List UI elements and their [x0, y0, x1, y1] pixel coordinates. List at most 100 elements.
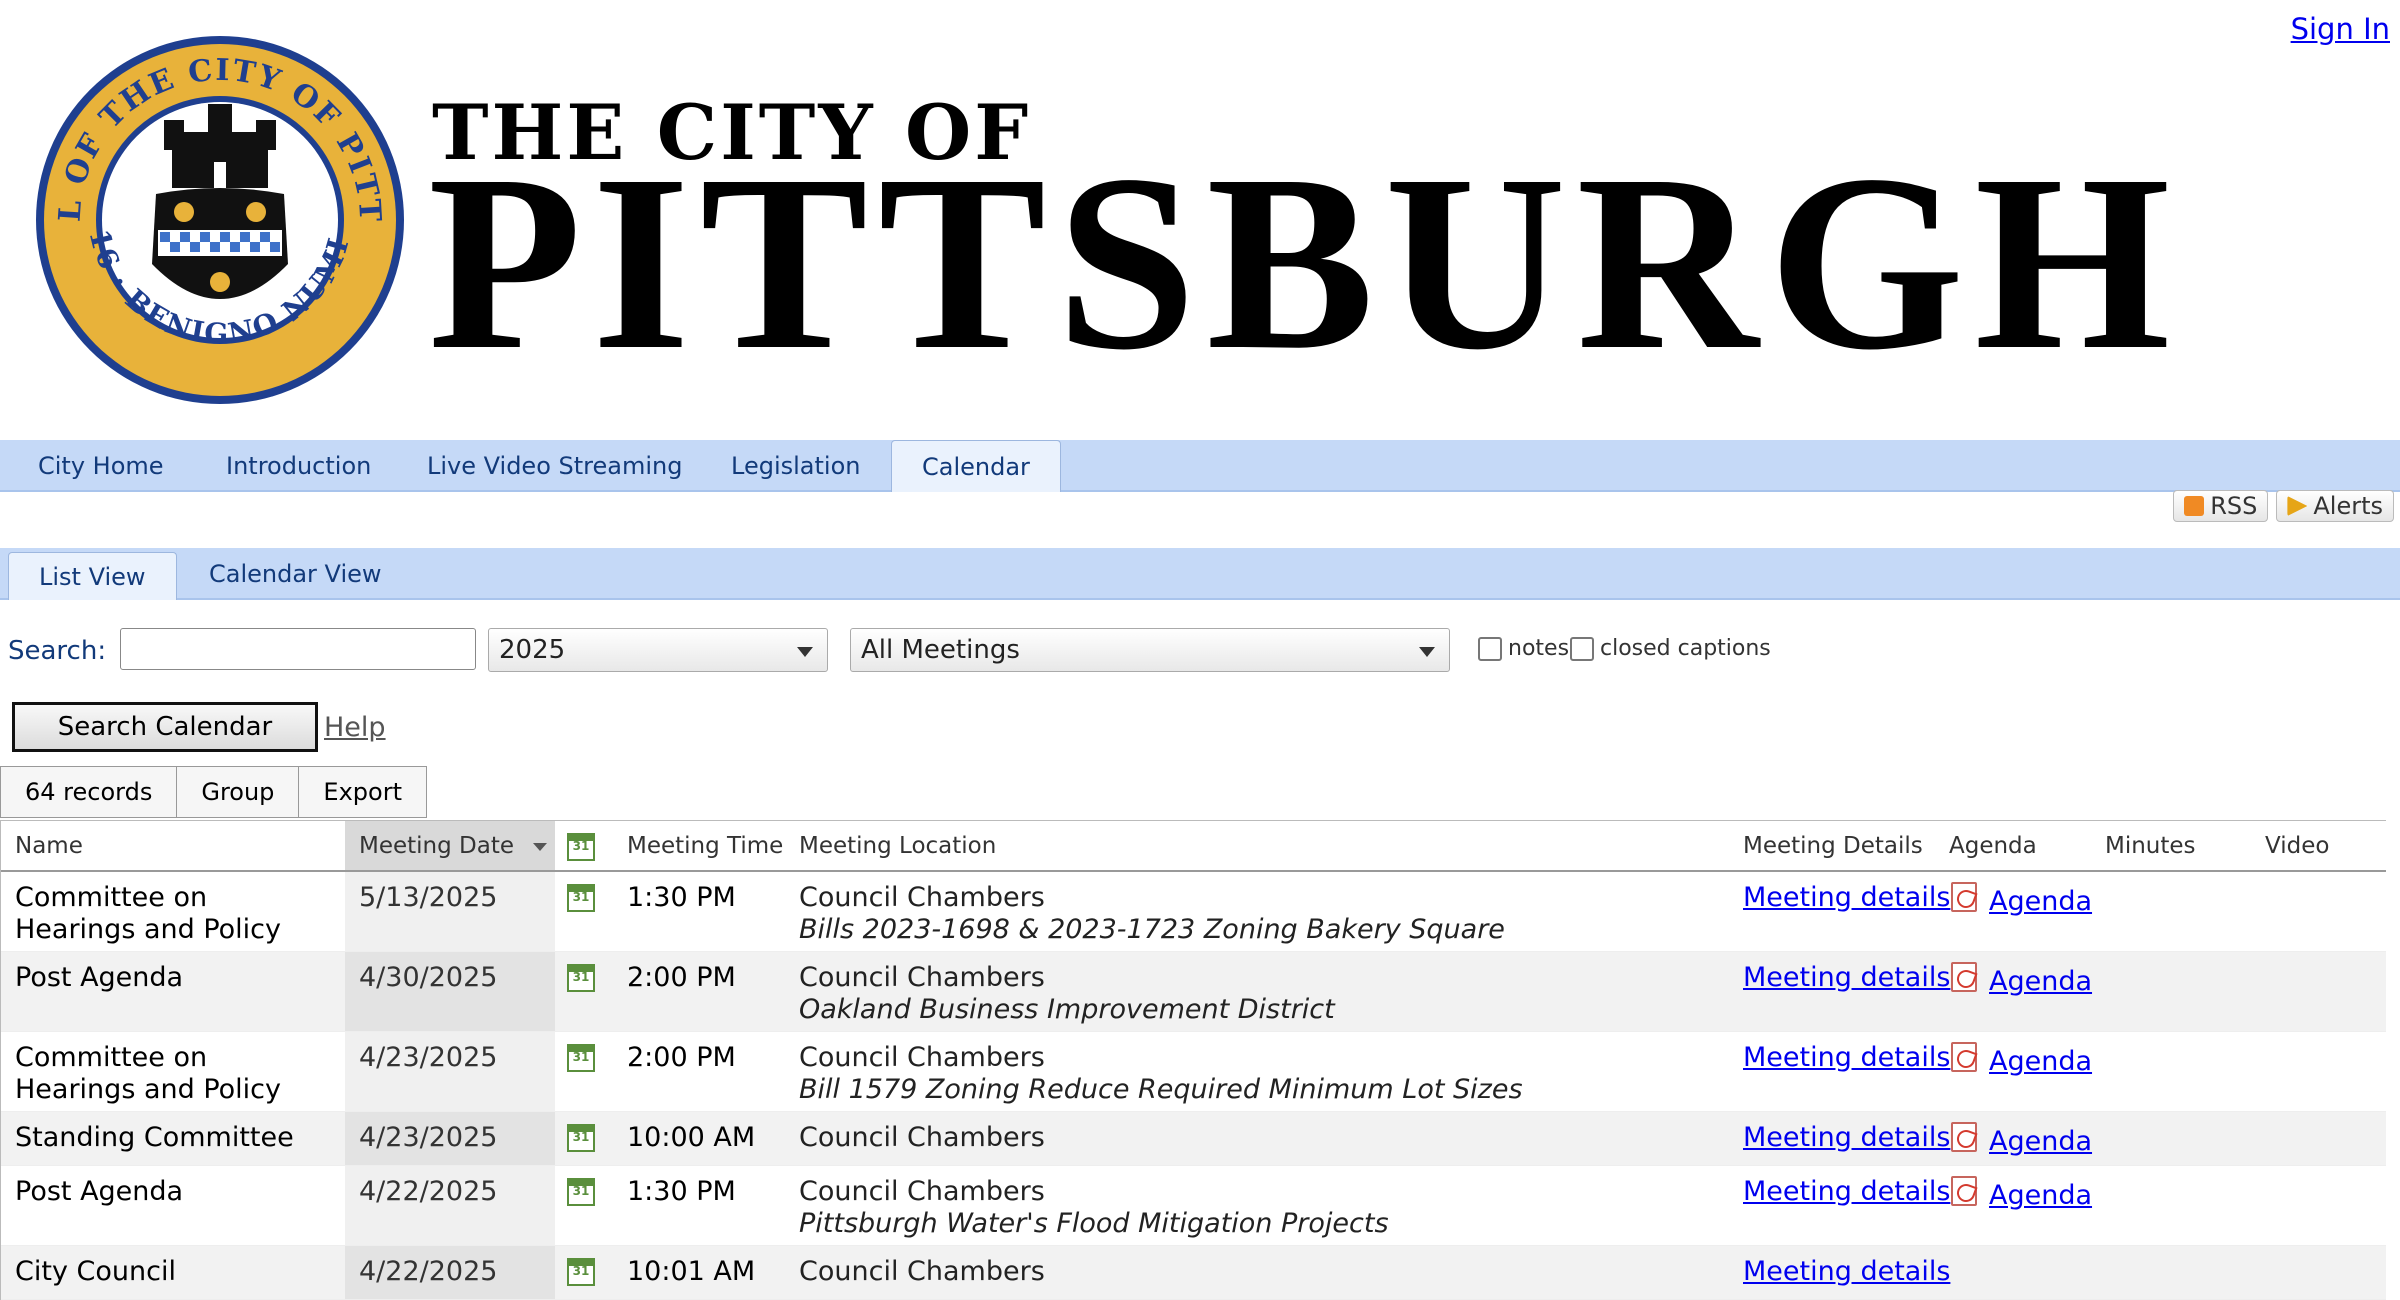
agenda-link[interactable]: Agenda: [1989, 966, 2092, 998]
meetings-table: Name Meeting Date 31 Meeting Time Meetin…: [0, 820, 2386, 1300]
captions-option: closed captions: [1570, 636, 1771, 661]
meeting-date: 4/22/2025: [359, 1256, 498, 1287]
meeting-name: City Council: [15, 1256, 176, 1287]
table-body: Committee on Hearings and Policy 5/13/202…: [1, 872, 2386, 1300]
add-to-calendar-icon[interactable]: 31: [567, 1044, 595, 1072]
table-row: Post Agenda 4/22/2025 31 1:30 PM Council Cha…: [1, 1166, 2386, 1246]
table-row: Standing Committee 4/23/2025 31 10:00 AM Cou…: [1, 1112, 2386, 1166]
nav-introduction[interactable]: Introduction: [226, 440, 371, 492]
meeting-date: 4/23/2025: [359, 1122, 498, 1153]
meeting-location: Council Chambers: [799, 882, 1045, 913]
agenda-link[interactable]: Agenda: [1989, 1126, 2092, 1158]
add-to-calendar-icon[interactable]: 31: [567, 1124, 595, 1152]
col-meeting-date-label: Meeting Date: [359, 833, 515, 859]
meeting-details-link[interactable]: Meeting details: [1743, 962, 1950, 994]
nav-live-video-streaming[interactable]: Live Video Streaming: [427, 440, 682, 492]
sign-in-link[interactable]: Sign In: [2291, 12, 2390, 46]
col-meeting-date[interactable]: Meeting Date: [359, 821, 548, 871]
tab-list-view[interactable]: List View: [8, 552, 177, 600]
agenda-link[interactable]: Agenda: [1989, 1180, 2092, 1212]
tab-calendar-view[interactable]: Calendar View: [209, 548, 382, 600]
pdf-icon: [1951, 1122, 1977, 1152]
search-label: Search:: [8, 636, 107, 666]
closed-captions-checkbox[interactable]: [1570, 636, 1594, 661]
meeting-location: Council Chambers: [799, 1042, 1045, 1073]
logo-title: PITTSBURGH: [428, 122, 2181, 402]
body-select-value: All Meetings: [861, 635, 1020, 665]
alerts-button[interactable]: Alerts: [2276, 490, 2394, 522]
meeting-topic: Oakland Business Improvement District: [799, 994, 1335, 1025]
help-link[interactable]: Help: [324, 712, 386, 743]
meeting-date: 4/30/2025: [359, 962, 498, 993]
col-meeting-location[interactable]: Meeting Location: [799, 821, 996, 871]
alerts-icon: [2287, 496, 2308, 516]
year-select-value: 2025: [499, 635, 566, 665]
agenda-link[interactable]: Agenda: [1989, 886, 2092, 918]
meeting-location: Council Chambers: [799, 1122, 1045, 1153]
meeting-details-link[interactable]: Meeting details: [1743, 882, 1950, 914]
col-meeting-details[interactable]: Meeting Details: [1743, 821, 1923, 871]
nav-city-home[interactable]: City Home: [38, 440, 164, 492]
meeting-location: Council Chambers: [799, 962, 1045, 993]
meeting-name: Committee on Hearings and Policy: [15, 1042, 282, 1105]
chevron-down-icon: [797, 647, 813, 657]
rss-label: RSS: [2210, 492, 2258, 520]
meeting-date: 4/22/2025: [359, 1176, 498, 1207]
meeting-topic: Pittsburgh Water's Flood Mitigation Proj…: [799, 1208, 1389, 1239]
nav-calendar[interactable]: Calendar: [891, 440, 1061, 492]
main-nav: City Home Introduction Live Video Stream…: [0, 440, 2400, 492]
pdf-icon: [1951, 1176, 1977, 1206]
alerts-label: Alerts: [2313, 492, 2383, 520]
col-minutes[interactable]: Minutes: [2105, 821, 2196, 871]
col-agenda[interactable]: Agenda: [1949, 821, 2037, 871]
export-calendar-icon[interactable]: 31: [567, 833, 595, 861]
body-select[interactable]: All Meetings: [850, 628, 1450, 672]
meeting-details-link[interactable]: Meeting details: [1743, 1176, 1950, 1208]
meeting-date: 5/13/2025: [359, 882, 498, 913]
city-seal-logo: THE SEAL OF THE CITY OF PITTSBURGH 1816 …: [34, 34, 404, 404]
table-header: Name Meeting Date 31 Meeting Time Meetin…: [1, 820, 2386, 872]
meeting-name: Committee on Hearings and Policy: [15, 882, 282, 945]
meeting-time: 2:00 PM: [627, 962, 736, 993]
meeting-details-link[interactable]: Meeting details: [1743, 1256, 1950, 1288]
meeting-time: 1:30 PM: [627, 1176, 736, 1207]
rss-button[interactable]: RSS: [2173, 490, 2269, 522]
notes-checkbox[interactable]: [1478, 636, 1502, 661]
meeting-topic: Bill 1579 Zoning Reduce Required Minimum…: [799, 1074, 1523, 1105]
table-row: Committee on Hearings and Policy 4/23/202…: [1, 1032, 2386, 1112]
meeting-time: 2:00 PM: [627, 1042, 736, 1073]
add-to-calendar-icon[interactable]: 31: [567, 884, 595, 912]
pdf-icon: [1951, 962, 1977, 992]
meeting-location: Council Chambers: [799, 1176, 1045, 1207]
export-button[interactable]: Export: [299, 767, 426, 817]
view-tabs: List View Calendar View: [0, 548, 2400, 600]
search-calendar-button[interactable]: Search Calendar: [12, 702, 318, 752]
add-to-calendar-icon[interactable]: 31: [567, 1178, 595, 1206]
group-button[interactable]: Group: [177, 767, 300, 817]
closed-captions-label: closed captions: [1600, 636, 1771, 661]
notes-option: notes: [1478, 636, 1569, 661]
meeting-name: Standing Committee: [15, 1122, 294, 1153]
add-to-calendar-icon[interactable]: 31: [567, 964, 595, 992]
nav-legislation[interactable]: Legislation: [731, 440, 860, 492]
meeting-details-link[interactable]: Meeting details: [1743, 1042, 1950, 1074]
year-select[interactable]: 2025: [488, 628, 828, 672]
feed-buttons: RSS Alerts: [2173, 490, 2394, 522]
table-row: City Council 4/22/2025 31 10:01 AM Council C…: [1, 1246, 2386, 1300]
meeting-location: Council Chambers: [799, 1256, 1045, 1287]
grid-toolbar: 64 records Group Export: [0, 766, 427, 818]
col-name[interactable]: Name: [15, 821, 83, 871]
search-input[interactable]: [120, 628, 476, 670]
col-video[interactable]: Video: [2265, 821, 2329, 871]
records-count-button[interactable]: 64 records: [1, 767, 178, 817]
add-to-calendar-icon[interactable]: 31: [567, 1258, 595, 1286]
col-meeting-time[interactable]: Meeting Time: [627, 821, 783, 871]
meeting-time: 10:01 AM: [627, 1256, 756, 1287]
table-row: Post Agenda 4/30/2025 31 2:00 PM Council Cha…: [1, 952, 2386, 1032]
meeting-name: Post Agenda: [15, 962, 184, 993]
meeting-details-link[interactable]: Meeting details: [1743, 1122, 1950, 1154]
pdf-icon: [1951, 882, 1977, 912]
agenda-link[interactable]: Agenda: [1989, 1046, 2092, 1078]
rss-icon: [2184, 496, 2205, 516]
notes-label: notes: [1508, 636, 1570, 661]
